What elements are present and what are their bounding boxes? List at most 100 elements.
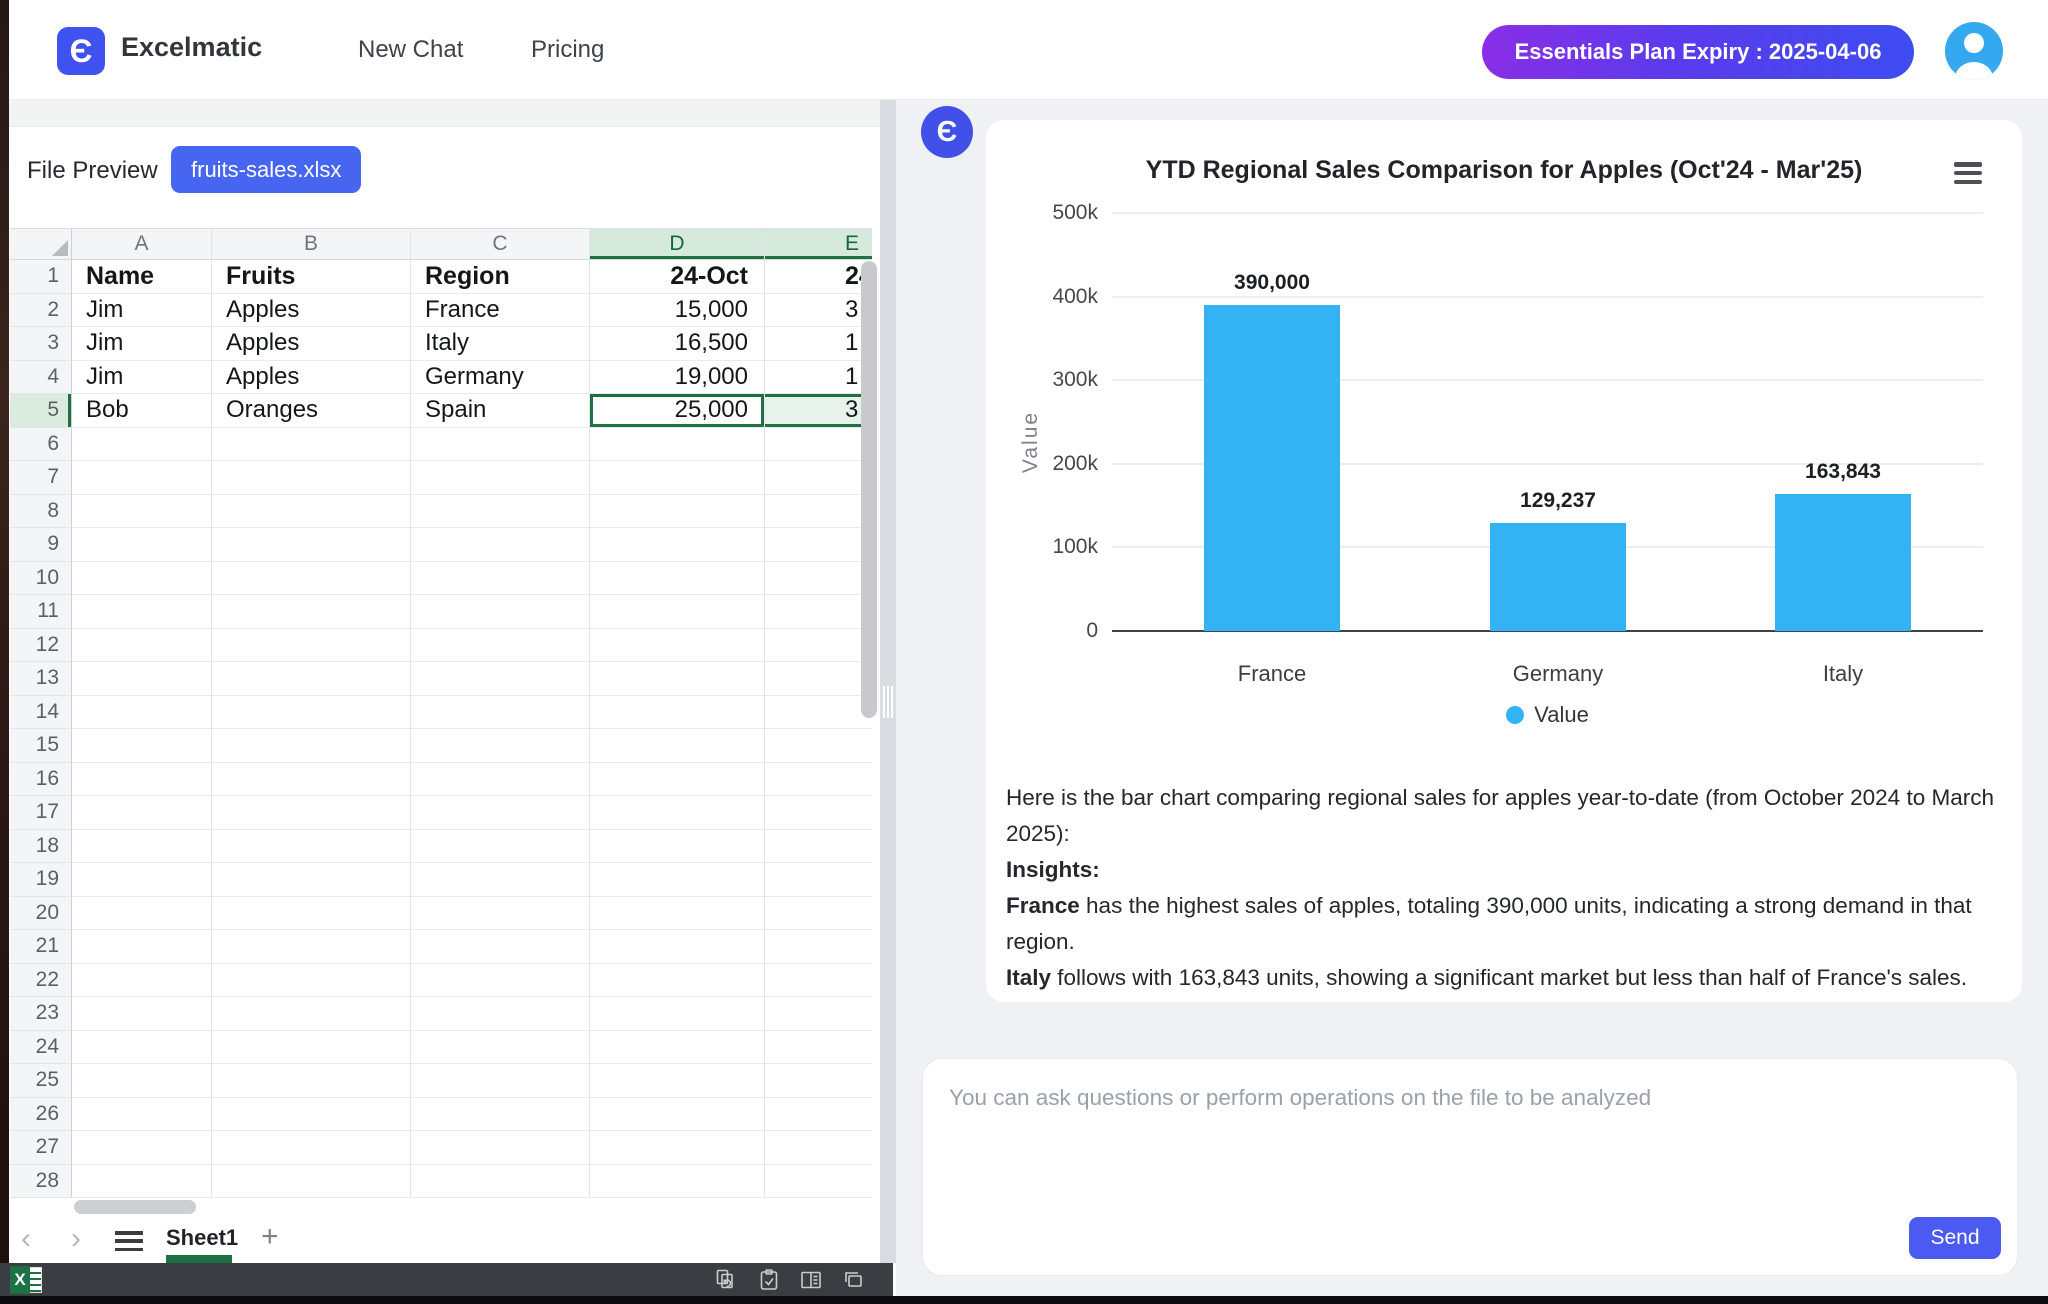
sheet-cell-B11[interactable]: [212, 595, 411, 629]
sheet-cell-C16[interactable]: [411, 763, 590, 797]
sheet-cell-A15[interactable]: [72, 729, 212, 763]
sheet-cell-A5[interactable]: Bob: [72, 394, 212, 428]
sheet-cell-C1[interactable]: Region: [411, 260, 590, 294]
sheet-cell-E25[interactable]: [765, 1064, 872, 1098]
sheet-cell-C5[interactable]: Spain: [411, 394, 590, 428]
file-name-badge[interactable]: fruits-sales.xlsx: [171, 146, 361, 193]
row-header-20[interactable]: 20: [10, 897, 72, 931]
sheet-cell-A12[interactable]: [72, 629, 212, 663]
sheet-cell-C19[interactable]: [411, 863, 590, 897]
sheet-cell-C4[interactable]: Germany: [411, 361, 590, 395]
row-header-6[interactable]: 6: [10, 428, 72, 462]
sheet-cell-B14[interactable]: [212, 696, 411, 730]
row-header-14[interactable]: 14: [10, 696, 72, 730]
sheet-cell-B3[interactable]: Apples: [212, 327, 411, 361]
row-header-10[interactable]: 10: [10, 562, 72, 596]
sheet-cell-C8[interactable]: [411, 495, 590, 529]
sheet-cell-A24[interactable]: [72, 1031, 212, 1065]
sheet-cell-C26[interactable]: [411, 1098, 590, 1132]
row-header-17[interactable]: 17: [10, 796, 72, 830]
sheet-cell-B24[interactable]: [212, 1031, 411, 1065]
sheet-tab-sheet1[interactable]: Sheet1: [166, 1225, 238, 1251]
sheet-cell-B2[interactable]: Apples: [212, 294, 411, 328]
sheet-cell-C25[interactable]: [411, 1064, 590, 1098]
sheet-cell-A2[interactable]: Jim: [72, 294, 212, 328]
horizontal-scrollbar[interactable]: [74, 1200, 196, 1214]
sheet-cell-B6[interactable]: [212, 428, 411, 462]
chart-menu-icon[interactable]: [1954, 162, 1982, 184]
sheet-cell-E13[interactable]: [765, 662, 872, 696]
sheet-cell-B18[interactable]: [212, 830, 411, 864]
sheet-cell-C12[interactable]: [411, 629, 590, 663]
sheet-cell-E21[interactable]: [765, 930, 872, 964]
sheet-cell-A14[interactable]: [72, 696, 212, 730]
sheet-cell-B26[interactable]: [212, 1098, 411, 1132]
sheet-cell-E18[interactable]: [765, 830, 872, 864]
row-header-22[interactable]: 22: [10, 964, 72, 998]
bar-germany[interactable]: [1490, 523, 1626, 631]
row-header-12[interactable]: 12: [10, 629, 72, 663]
sheet-cell-D13[interactable]: [590, 662, 765, 696]
sheet-cell-B4[interactable]: Apples: [212, 361, 411, 395]
sheet-cell-E7[interactable]: [765, 461, 872, 495]
sheet-cell-A27[interactable]: [72, 1131, 212, 1165]
sheet-cell-C15[interactable]: [411, 729, 590, 763]
sheet-cell-D19[interactable]: [590, 863, 765, 897]
sheet-cell-D22[interactable]: [590, 964, 765, 998]
sheet-cell-A7[interactable]: [72, 461, 212, 495]
sheet-cell-C14[interactable]: [411, 696, 590, 730]
sheet-cell-A17[interactable]: [72, 796, 212, 830]
next-sheet-button[interactable]: ›: [71, 1222, 81, 1256]
sheet-cell-B16[interactable]: [212, 763, 411, 797]
sheet-cell-A28[interactable]: [72, 1165, 212, 1199]
sheet-cell-B23[interactable]: [212, 997, 411, 1031]
sheet-cell-D24[interactable]: [590, 1031, 765, 1065]
row-header-4[interactable]: 4: [10, 361, 72, 395]
sheet-cell-D27[interactable]: [590, 1131, 765, 1165]
sheet-cell-D23[interactable]: [590, 997, 765, 1031]
sheet-cell-D4[interactable]: 19,000: [590, 361, 765, 395]
row-header-7[interactable]: 7: [10, 461, 72, 495]
row-header-15[interactable]: 15: [10, 729, 72, 763]
column-header-B[interactable]: B: [212, 229, 411, 260]
sheet-cell-A23[interactable]: [72, 997, 212, 1031]
sheet-cell-B15[interactable]: [212, 729, 411, 763]
sheet-cell-E26[interactable]: [765, 1098, 872, 1132]
sheet-cell-D6[interactable]: [590, 428, 765, 462]
user-avatar[interactable]: [1945, 22, 2003, 80]
sheet-cell-D18[interactable]: [590, 830, 765, 864]
sheet-cell-E1[interactable]: 24: [765, 260, 872, 294]
sheet-cell-A11[interactable]: [72, 595, 212, 629]
sheet-cell-B20[interactable]: [212, 897, 411, 931]
sheet-cell-C17[interactable]: [411, 796, 590, 830]
task-check-icon[interactable]: [757, 1268, 781, 1292]
row-header-28[interactable]: 28: [10, 1165, 72, 1199]
sheet-cell-D9[interactable]: [590, 528, 765, 562]
sheet-cell-E8[interactable]: [765, 495, 872, 529]
sheet-cell-B12[interactable]: [212, 629, 411, 663]
sheet-cell-A8[interactable]: [72, 495, 212, 529]
sheet-list-menu-icon[interactable]: [115, 1231, 143, 1251]
sheet-cell-C6[interactable]: [411, 428, 590, 462]
row-header-27[interactable]: 27: [10, 1131, 72, 1165]
sheet-cell-A18[interactable]: [72, 830, 212, 864]
sheet-cell-C11[interactable]: [411, 595, 590, 629]
sheet-cell-E12[interactable]: [765, 629, 872, 663]
chart-legend[interactable]: Value: [1112, 702, 1983, 728]
sheet-cell-B17[interactable]: [212, 796, 411, 830]
sheet-cell-E24[interactable]: [765, 1031, 872, 1065]
sheet-cell-D25[interactable]: [590, 1064, 765, 1098]
sheet-cell-B7[interactable]: [212, 461, 411, 495]
reading-view-icon[interactable]: [799, 1268, 823, 1292]
excelmatic-logo-icon[interactable]: Є: [57, 27, 105, 75]
panel-resize-divider[interactable]: [880, 100, 896, 1263]
sheet-cell-B21[interactable]: [212, 930, 411, 964]
sheet-cell-E11[interactable]: [765, 595, 872, 629]
sheet-cell-C7[interactable]: [411, 461, 590, 495]
sheet-cell-A26[interactable]: [72, 1098, 212, 1132]
sheet-cell-D10[interactable]: [590, 562, 765, 596]
sheet-cell-D17[interactable]: [590, 796, 765, 830]
sheet-cell-B10[interactable]: [212, 562, 411, 596]
sheet-cell-D3[interactable]: 16,500: [590, 327, 765, 361]
row-header-26[interactable]: 26: [10, 1098, 72, 1132]
